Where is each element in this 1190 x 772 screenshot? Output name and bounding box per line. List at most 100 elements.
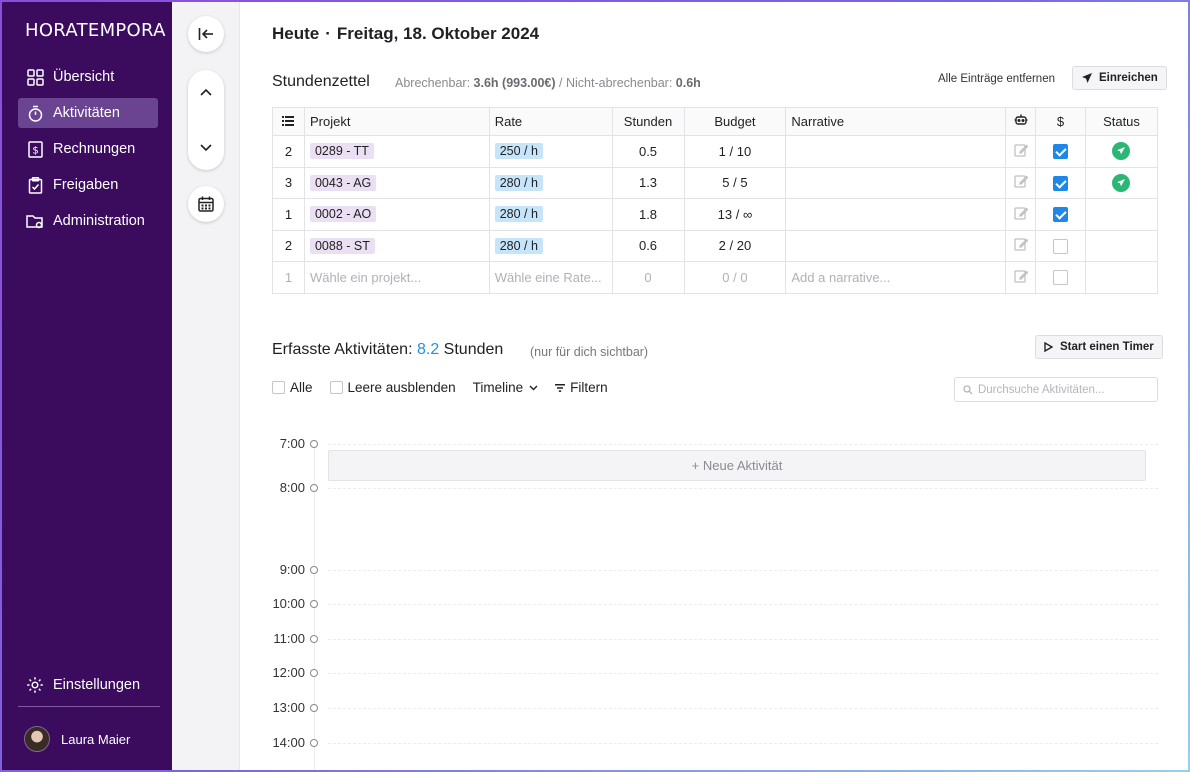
rate-cell[interactable]: 280 / h [488, 229, 613, 262]
project-select[interactable]: Wähle ein projekt... [303, 261, 490, 294]
hours-input[interactable]: 0 [611, 261, 685, 294]
remove-all-entries-link[interactable]: Alle Einträge entfernen [938, 73, 1055, 85]
hours-value[interactable]: 1.3 [611, 166, 685, 199]
billable-checkbox[interactable] [1035, 198, 1086, 231]
billable-checkbox[interactable] [1035, 261, 1086, 294]
status-cell [1084, 261, 1159, 294]
new-activity-button[interactable]: + Neue Aktivität [328, 450, 1146, 481]
list-icon-header[interactable] [272, 107, 305, 136]
checkbox[interactable] [1053, 270, 1069, 286]
search-input[interactable] [977, 383, 1157, 396]
table-row[interactable]: 2 0088 - ST 280 / h 0.6 2 / 20 [272, 229, 1159, 262]
stopwatch-icon [26, 104, 44, 122]
date-label: Freitag, 18. Oktober 2024 [336, 24, 540, 43]
timeline-hour-line[interactable] [328, 639, 1158, 640]
edit-narrative-button[interactable] [1005, 166, 1037, 199]
narrative-input[interactable]: Add a narrative... [785, 261, 1007, 294]
checkbox[interactable] [1053, 144, 1069, 160]
rate-cell[interactable]: 250 / h [488, 135, 613, 168]
billable-checkbox[interactable] [1035, 166, 1086, 199]
timesheet-summary: Abrechenbar: 3.6h (993.00€) / Nicht-abre… [395, 76, 701, 90]
timeline-hour-line[interactable] [328, 743, 1158, 744]
project-cell[interactable]: 0002 - AO [303, 198, 490, 231]
sidebar-item-rechnungen[interactable]: $ Rechnungen [18, 134, 158, 164]
robot-icon [1014, 114, 1028, 125]
timeline-hour-line[interactable] [328, 673, 1158, 674]
sidebar-item-label: Aktivitäten [53, 105, 120, 121]
activity-timeline: 7:00 8:00 9:00 10:00 11:00 12:00 13:00 14:00 + … [272, 432, 1158, 770]
timeline-hour-line[interactable] [328, 570, 1158, 571]
rate-cell[interactable]: 280 / h [488, 198, 613, 231]
narrative-cell[interactable] [785, 166, 1007, 199]
hours-value[interactable]: 1.8 [611, 198, 685, 231]
table-row[interactable]: 1 0002 - AO 280 / h 1.8 13 / ∞ [272, 198, 1159, 231]
rate-tag[interactable]: 280 / h [494, 237, 543, 254]
narrative-cell[interactable] [785, 135, 1007, 168]
hours-value[interactable]: 0.5 [611, 135, 685, 168]
submit-button[interactable]: Einreichen [1072, 66, 1167, 90]
rate-tag[interactable]: 250 / h [494, 143, 543, 160]
narrative-cell[interactable] [785, 198, 1007, 231]
timeline-hour-label: 8:00 [279, 480, 305, 495]
narrative-cell[interactable] [785, 229, 1007, 262]
calendar-button[interactable] [188, 186, 224, 222]
hide-empty-checkbox[interactable] [329, 381, 343, 394]
timeline-hour-line[interactable] [328, 708, 1158, 709]
previous-day-button[interactable] [188, 72, 224, 112]
table-row[interactable]: 2 0289 - TT 250 / h 0.5 1 / 10 [272, 135, 1159, 168]
clipboard-check-icon [26, 176, 44, 194]
next-day-button[interactable] [188, 128, 224, 168]
table-row[interactable]: 3 0043 - AG 280 / h 1.3 5 / 5 [272, 166, 1159, 199]
project-tag[interactable]: 0088 - ST [309, 237, 375, 254]
rate-tag[interactable]: 280 / h [494, 206, 543, 223]
sidebar-item-einstellungen[interactable]: Einstellungen [18, 670, 160, 700]
activity-search[interactable] [954, 377, 1158, 402]
timeline-hour-line[interactable] [328, 604, 1158, 605]
sidebar-item-aktivitaeten[interactable]: Aktivitäten [18, 98, 158, 128]
project-tag[interactable]: 0289 - TT [309, 143, 374, 160]
rate-cell[interactable]: 280 / h [488, 166, 613, 199]
filter-all[interactable]: Alle [272, 380, 313, 395]
nonbillable-value: 0.6h [675, 76, 701, 90]
filter-hide-empty[interactable]: Leere ausblenden [329, 380, 456, 395]
timeline-hour-line[interactable] [328, 444, 1158, 445]
checkbox[interactable] [1053, 207, 1069, 223]
gear-icon [26, 676, 44, 694]
column-header-stunden: Stunden [611, 107, 685, 136]
rate-tag[interactable]: 280 / h [494, 174, 543, 191]
project-tag[interactable]: 0043 - AG [309, 174, 377, 191]
timeline-hour-line[interactable] [328, 488, 1158, 489]
edit-narrative-button[interactable] [1005, 198, 1037, 231]
edit-narrative-button[interactable] [1005, 261, 1037, 294]
all-checkbox[interactable] [272, 381, 285, 394]
project-tag[interactable]: 0002 - AO [309, 206, 377, 223]
edit-narrative-button[interactable] [1005, 135, 1037, 168]
billable-checkbox[interactable] [1035, 229, 1086, 262]
project-cell[interactable]: 0289 - TT [303, 135, 490, 168]
edit-narrative-button[interactable] [1005, 229, 1037, 262]
status-cell [1084, 198, 1159, 231]
start-timer-button[interactable]: Start einen Timer [1035, 335, 1163, 359]
edit-note-icon [1013, 207, 1028, 220]
chevron-down-icon [200, 144, 212, 152]
checkbox[interactable] [1053, 238, 1069, 254]
hours-value[interactable]: 0.6 [611, 229, 685, 262]
sidebar-item-administration[interactable]: Administration [18, 206, 158, 236]
project-cell[interactable]: 0088 - ST [303, 229, 490, 262]
collapse-sidebar-button[interactable] [188, 16, 224, 52]
sidebar-item-freigaben[interactable]: Freigaben [18, 170, 158, 200]
filter-button[interactable]: Filtern [555, 380, 608, 395]
page-title: Heute · Freitag, 18. Oktober 2024 [272, 24, 539, 44]
brand-logo[interactable]: HORATEMPORA [25, 20, 166, 41]
billable-checkbox[interactable] [1035, 135, 1086, 168]
rate-select[interactable]: Wähle eine Rate... [488, 261, 613, 294]
timeline-hour-label: 10:00 [272, 596, 305, 611]
checkbox[interactable] [1053, 175, 1069, 191]
ai-assist-header[interactable] [1005, 107, 1037, 136]
sidebar-item-uebersicht[interactable]: Übersicht [18, 62, 158, 92]
project-cell[interactable]: 0043 - AG [303, 166, 490, 199]
nonbillable-label: Nicht-abrechenbar: [566, 76, 673, 90]
start-timer-label: Start einen Timer [1060, 341, 1154, 353]
view-select[interactable]: Timeline [473, 380, 539, 395]
user-profile[interactable]: Laura Maier [24, 726, 130, 752]
